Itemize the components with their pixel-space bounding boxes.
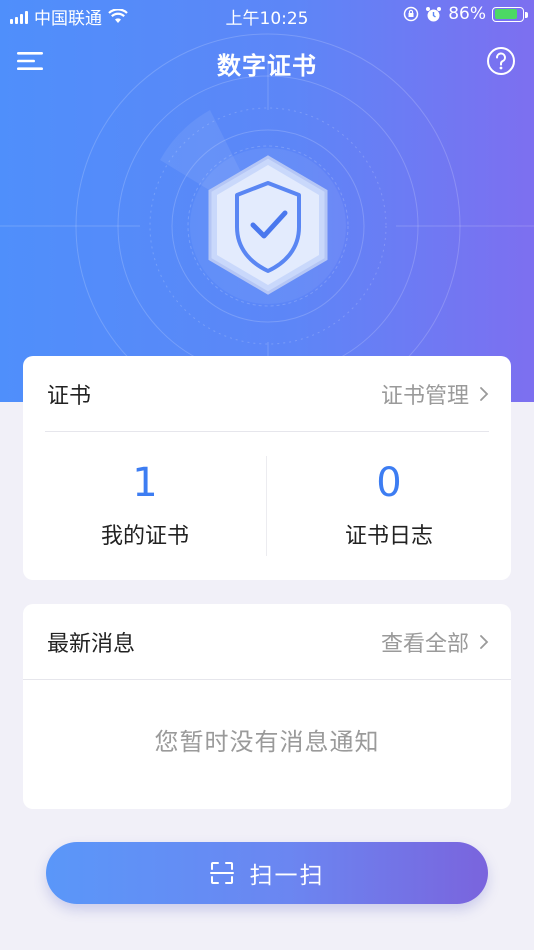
- my-certificates-label: 我的证书: [100, 524, 189, 549]
- view-all-link[interactable]: 查看全部: [381, 626, 489, 658]
- certificate-log-stat[interactable]: 0 证书日志: [267, 456, 511, 550]
- divider: [45, 431, 489, 432]
- certificate-log-label: 证书日志: [344, 524, 433, 549]
- shield-check-icon: [208, 155, 328, 295]
- alarm-icon: [426, 6, 442, 21]
- orientation-lock-icon: [403, 6, 419, 22]
- divider: [23, 679, 511, 680]
- certificate-card: 证书 证书管理 1 我的证书 0 证书日志: [23, 356, 511, 580]
- help-icon[interactable]: [486, 46, 516, 76]
- battery-icon: [492, 6, 528, 22]
- certificate-management-label: 证书管理: [380, 384, 469, 409]
- battery-percent: 86%: [448, 4, 486, 24]
- messages-card: 最新消息 查看全部 您暂时没有消息通知: [23, 604, 511, 809]
- certificate-card-title: 证书: [47, 384, 92, 409]
- nav-bar: 数字证书: [0, 36, 534, 86]
- chevron-right-icon: [480, 635, 489, 649]
- my-certificates-stat[interactable]: 1 我的证书: [23, 456, 267, 550]
- scan-icon: [209, 862, 234, 884]
- view-all-label: 查看全部: [380, 632, 469, 657]
- status-bar: 中国联通 上午10:25 86%: [0, 0, 534, 30]
- my-certificates-count: 1: [132, 460, 158, 506]
- certificate-log-count: 0: [376, 460, 402, 506]
- messages-card-header: 最新消息 查看全部: [23, 604, 511, 680]
- certificate-management-link[interactable]: 证书管理: [381, 378, 489, 410]
- empty-messages-text: 您暂时没有消息通知: [154, 728, 380, 756]
- messages-card-title: 最新消息: [47, 632, 136, 657]
- certificate-card-header: 证书 证书管理: [23, 356, 511, 432]
- page-title: 数字证书: [217, 52, 317, 80]
- scan-button[interactable]: 扫一扫: [46, 842, 488, 904]
- scan-button-label: 扫一扫: [249, 863, 325, 889]
- chevron-right-icon: [480, 387, 489, 401]
